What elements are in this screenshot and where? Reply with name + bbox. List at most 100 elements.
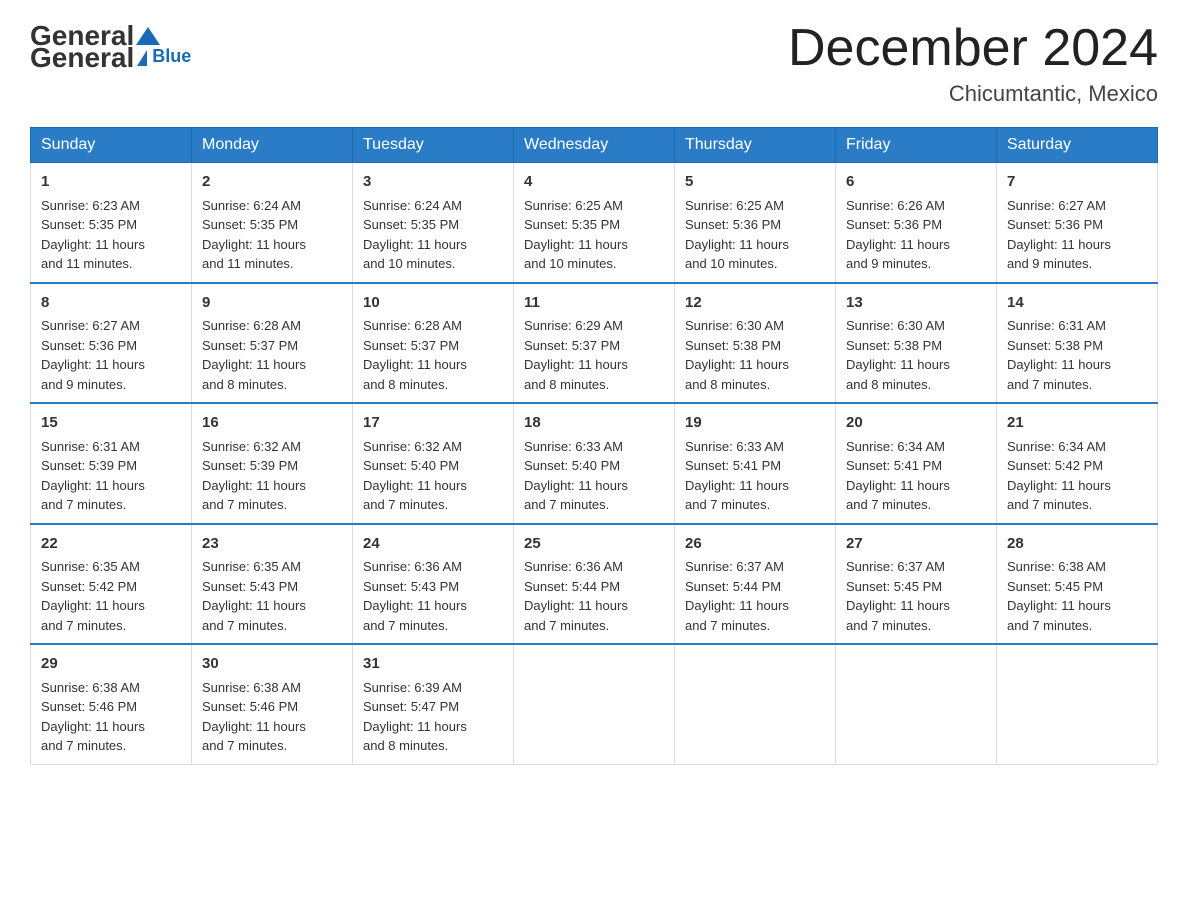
- month-title: December 2024: [788, 20, 1158, 77]
- day-info: Sunrise: 6:24 AM Sunset: 5:35 PM Dayligh…: [363, 198, 467, 272]
- header-saturday: Saturday: [997, 128, 1158, 163]
- day-number: 12: [685, 292, 825, 315]
- table-row: [836, 644, 997, 764]
- table-row: 26 Sunrise: 6:37 AM Sunset: 5:44 PM Dayl…: [675, 524, 836, 645]
- day-number: 13: [846, 292, 986, 315]
- table-row: 5 Sunrise: 6:25 AM Sunset: 5:36 PM Dayli…: [675, 163, 836, 283]
- day-number: 28: [1007, 533, 1147, 556]
- day-number: 10: [363, 292, 503, 315]
- logo-triangle-icon2: [137, 50, 147, 66]
- table-row: 31 Sunrise: 6:39 AM Sunset: 5:47 PM Dayl…: [353, 644, 514, 764]
- day-number: 4: [524, 171, 664, 194]
- title-area: December 2024 Chicumtantic, Mexico: [788, 20, 1158, 107]
- table-row: 27 Sunrise: 6:37 AM Sunset: 5:45 PM Dayl…: [836, 524, 997, 645]
- day-info: Sunrise: 6:29 AM Sunset: 5:37 PM Dayligh…: [524, 318, 628, 392]
- day-number: 9: [202, 292, 342, 315]
- location-title: Chicumtantic, Mexico: [788, 81, 1158, 107]
- day-number: 3: [363, 171, 503, 194]
- day-number: 18: [524, 412, 664, 435]
- page-header: General General Blue December 2024 Chicu…: [30, 20, 1158, 107]
- day-info: Sunrise: 6:31 AM Sunset: 5:38 PM Dayligh…: [1007, 318, 1111, 392]
- day-number: 5: [685, 171, 825, 194]
- day-info: Sunrise: 6:36 AM Sunset: 5:44 PM Dayligh…: [524, 559, 628, 633]
- day-number: 23: [202, 533, 342, 556]
- day-number: 22: [41, 533, 181, 556]
- day-number: 14: [1007, 292, 1147, 315]
- day-number: 7: [1007, 171, 1147, 194]
- day-info: Sunrise: 6:38 AM Sunset: 5:45 PM Dayligh…: [1007, 559, 1111, 633]
- table-row: 28 Sunrise: 6:38 AM Sunset: 5:45 PM Dayl…: [997, 524, 1158, 645]
- day-number: 19: [685, 412, 825, 435]
- logo-blue-text: Blue: [152, 46, 191, 67]
- day-number: 31: [363, 653, 503, 676]
- day-number: 2: [202, 171, 342, 194]
- table-row: 11 Sunrise: 6:29 AM Sunset: 5:37 PM Dayl…: [514, 283, 675, 404]
- day-info: Sunrise: 6:26 AM Sunset: 5:36 PM Dayligh…: [846, 198, 950, 272]
- day-info: Sunrise: 6:30 AM Sunset: 5:38 PM Dayligh…: [846, 318, 950, 392]
- table-row: 19 Sunrise: 6:33 AM Sunset: 5:41 PM Dayl…: [675, 403, 836, 524]
- table-row: 20 Sunrise: 6:34 AM Sunset: 5:41 PM Dayl…: [836, 403, 997, 524]
- header-wednesday: Wednesday: [514, 128, 675, 163]
- day-info: Sunrise: 6:31 AM Sunset: 5:39 PM Dayligh…: [41, 439, 145, 513]
- table-row: 7 Sunrise: 6:27 AM Sunset: 5:36 PM Dayli…: [997, 163, 1158, 283]
- table-row: 12 Sunrise: 6:30 AM Sunset: 5:38 PM Dayl…: [675, 283, 836, 404]
- day-info: Sunrise: 6:23 AM Sunset: 5:35 PM Dayligh…: [41, 198, 145, 272]
- table-row: 23 Sunrise: 6:35 AM Sunset: 5:43 PM Dayl…: [192, 524, 353, 645]
- day-info: Sunrise: 6:34 AM Sunset: 5:42 PM Dayligh…: [1007, 439, 1111, 513]
- table-row: 14 Sunrise: 6:31 AM Sunset: 5:38 PM Dayl…: [997, 283, 1158, 404]
- day-number: 21: [1007, 412, 1147, 435]
- day-number: 29: [41, 653, 181, 676]
- table-row: 3 Sunrise: 6:24 AM Sunset: 5:35 PM Dayli…: [353, 163, 514, 283]
- logo-general-text2: General: [30, 42, 134, 74]
- table-row: 4 Sunrise: 6:25 AM Sunset: 5:35 PM Dayli…: [514, 163, 675, 283]
- table-row: 10 Sunrise: 6:28 AM Sunset: 5:37 PM Dayl…: [353, 283, 514, 404]
- table-row: 1 Sunrise: 6:23 AM Sunset: 5:35 PM Dayli…: [31, 163, 192, 283]
- table-row: 17 Sunrise: 6:32 AM Sunset: 5:40 PM Dayl…: [353, 403, 514, 524]
- table-row: [514, 644, 675, 764]
- table-row: 2 Sunrise: 6:24 AM Sunset: 5:35 PM Dayli…: [192, 163, 353, 283]
- table-row: 8 Sunrise: 6:27 AM Sunset: 5:36 PM Dayli…: [31, 283, 192, 404]
- day-number: 8: [41, 292, 181, 315]
- table-row: 30 Sunrise: 6:38 AM Sunset: 5:46 PM Dayl…: [192, 644, 353, 764]
- day-number: 11: [524, 292, 664, 315]
- table-row: [997, 644, 1158, 764]
- day-info: Sunrise: 6:24 AM Sunset: 5:35 PM Dayligh…: [202, 198, 306, 272]
- header-friday: Friday: [836, 128, 997, 163]
- day-info: Sunrise: 6:35 AM Sunset: 5:43 PM Dayligh…: [202, 559, 306, 633]
- day-number: 17: [363, 412, 503, 435]
- day-info: Sunrise: 6:38 AM Sunset: 5:46 PM Dayligh…: [202, 680, 306, 754]
- day-info: Sunrise: 6:30 AM Sunset: 5:38 PM Dayligh…: [685, 318, 789, 392]
- table-row: 18 Sunrise: 6:33 AM Sunset: 5:40 PM Dayl…: [514, 403, 675, 524]
- day-number: 6: [846, 171, 986, 194]
- calendar-header-row: Sunday Monday Tuesday Wednesday Thursday…: [31, 128, 1158, 163]
- table-row: 13 Sunrise: 6:30 AM Sunset: 5:38 PM Dayl…: [836, 283, 997, 404]
- day-info: Sunrise: 6:38 AM Sunset: 5:46 PM Dayligh…: [41, 680, 145, 754]
- day-info: Sunrise: 6:28 AM Sunset: 5:37 PM Dayligh…: [202, 318, 306, 392]
- day-info: Sunrise: 6:34 AM Sunset: 5:41 PM Dayligh…: [846, 439, 950, 513]
- day-number: 15: [41, 412, 181, 435]
- day-info: Sunrise: 6:27 AM Sunset: 5:36 PM Dayligh…: [41, 318, 145, 392]
- day-number: 20: [846, 412, 986, 435]
- table-row: 6 Sunrise: 6:26 AM Sunset: 5:36 PM Dayli…: [836, 163, 997, 283]
- table-row: 25 Sunrise: 6:36 AM Sunset: 5:44 PM Dayl…: [514, 524, 675, 645]
- header-tuesday: Tuesday: [353, 128, 514, 163]
- day-number: 1: [41, 171, 181, 194]
- day-info: Sunrise: 6:37 AM Sunset: 5:45 PM Dayligh…: [846, 559, 950, 633]
- table-row: 21 Sunrise: 6:34 AM Sunset: 5:42 PM Dayl…: [997, 403, 1158, 524]
- calendar-table: Sunday Monday Tuesday Wednesday Thursday…: [30, 127, 1158, 765]
- table-row: 15 Sunrise: 6:31 AM Sunset: 5:39 PM Dayl…: [31, 403, 192, 524]
- day-info: Sunrise: 6:25 AM Sunset: 5:35 PM Dayligh…: [524, 198, 628, 272]
- header-thursday: Thursday: [675, 128, 836, 163]
- day-number: 24: [363, 533, 503, 556]
- day-number: 26: [685, 533, 825, 556]
- day-info: Sunrise: 6:33 AM Sunset: 5:40 PM Dayligh…: [524, 439, 628, 513]
- day-info: Sunrise: 6:25 AM Sunset: 5:36 PM Dayligh…: [685, 198, 789, 272]
- day-info: Sunrise: 6:39 AM Sunset: 5:47 PM Dayligh…: [363, 680, 467, 754]
- day-info: Sunrise: 6:27 AM Sunset: 5:36 PM Dayligh…: [1007, 198, 1111, 272]
- day-number: 30: [202, 653, 342, 676]
- header-sunday: Sunday: [31, 128, 192, 163]
- day-info: Sunrise: 6:28 AM Sunset: 5:37 PM Dayligh…: [363, 318, 467, 392]
- table-row: 24 Sunrise: 6:36 AM Sunset: 5:43 PM Dayl…: [353, 524, 514, 645]
- logo-area: General General Blue: [30, 20, 191, 74]
- day-number: 25: [524, 533, 664, 556]
